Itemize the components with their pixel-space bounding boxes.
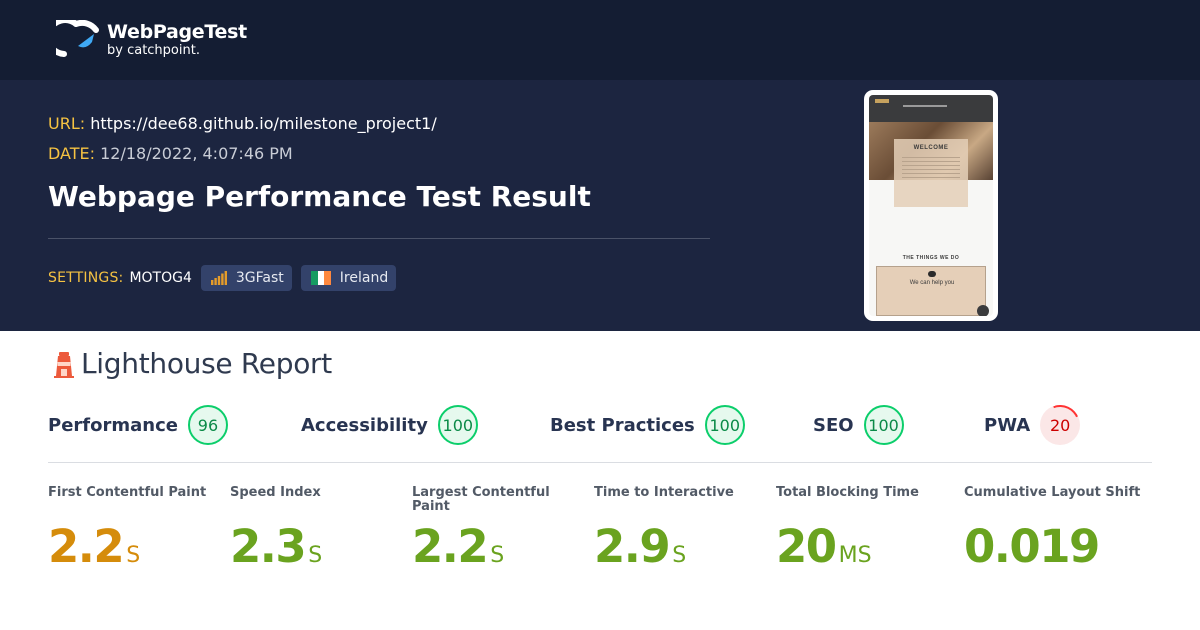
site-navbar: [869, 95, 993, 122]
category-name: Accessibility: [301, 414, 428, 436]
category-best-practices[interactable]: Best Practices 100: [550, 405, 745, 445]
page-title: Webpage Performance Test Result: [48, 180, 591, 213]
metric-name: Total Blocking Time: [776, 485, 919, 500]
phone-screen: WELCOME THE THINGS WE DO We can help you: [869, 95, 993, 316]
site-welcome-box: WELCOME: [894, 139, 968, 207]
settings-label: SETTINGS:: [48, 270, 124, 286]
url-label: URL:: [48, 114, 86, 133]
connection-value: 3GFast: [235, 270, 284, 286]
metric-fcp: First Contentful Paint 2.2 S: [48, 485, 223, 572]
category-name: Best Practices: [550, 414, 695, 436]
divider: [48, 238, 710, 239]
metric-name: Cumulative Layout Shift: [964, 485, 1141, 500]
site-welcome-text: WELCOME: [913, 145, 949, 151]
category-name: Performance: [48, 414, 178, 436]
category-name: PWA: [984, 414, 1031, 436]
scroll-top-icon: [977, 305, 989, 316]
page-screenshot-thumbnail[interactable]: WELCOME THE THINGS WE DO We can help you: [864, 90, 998, 321]
location-value: Ireland: [339, 270, 389, 286]
metric-value: 2.3 S: [230, 520, 323, 573]
date-value: 12/18/2022, 4:07:46 PM: [100, 144, 293, 163]
site-welcome-lines: [902, 157, 960, 181]
metric-tbt: Total Blocking Time 20 MS: [776, 485, 951, 572]
metric-value: 2.2 S: [412, 520, 505, 573]
category-accessibility[interactable]: Accessibility 100: [301, 405, 478, 445]
metric-lcp: Largest Contentful Paint 2.2 S: [412, 485, 587, 572]
url-value[interactable]: https://dee68.github.io/milestone_projec…: [90, 114, 436, 133]
metric-name: Largest Contentful Paint: [412, 485, 550, 514]
category-name: SEO: [813, 414, 854, 436]
score-gauge: 20: [1040, 405, 1081, 445]
brand-tagline: by catchpoint.: [107, 42, 200, 58]
site-logo: [875, 99, 889, 103]
score-gauge: 100: [863, 405, 904, 445]
metric-speed-index: Speed Index 2.3 S: [230, 485, 405, 572]
chat-bubble-icon: [928, 271, 936, 277]
date-label: DATE:: [48, 144, 96, 163]
metric-value: 20 MS: [776, 520, 872, 573]
brand-logo[interactable]: WebPageTest by catchpoint.: [56, 20, 247, 58]
metric-value: 0.019: [964, 520, 1100, 573]
site-section-title: THE THINGS WE DO: [902, 255, 960, 261]
brand-name: WebPageTest: [107, 20, 247, 43]
metric-value: 2.2 S: [48, 520, 141, 573]
lighthouse-icon: [54, 351, 74, 378]
metric-tti: Time to Interactive 2.9 S: [594, 485, 769, 572]
metric-name: Speed Index: [230, 485, 321, 500]
connection-badge: 3GFast: [200, 265, 292, 291]
location-badge: Ireland: [300, 265, 397, 291]
metric-value: 2.9 S: [594, 520, 687, 573]
signal-bars-icon: [210, 271, 227, 285]
ireland-flag-icon: [310, 271, 331, 285]
site-nav-links: [903, 105, 947, 107]
device-value: MOTOG4: [129, 270, 192, 286]
category-pwa[interactable]: PWA 20: [984, 405, 1081, 445]
metric-name: First Contentful Paint: [48, 485, 207, 500]
category-performance[interactable]: Performance 96: [48, 405, 228, 445]
score-gauge: 100: [437, 405, 478, 445]
site-card: We can help you: [876, 266, 989, 316]
webpagetest-logo-icon: [56, 20, 99, 57]
test-summary-panel: URL: https://dee68.github.io/milestone_p…: [0, 80, 1200, 331]
lighthouse-heading: Lighthouse Report: [53, 347, 332, 380]
test-date: DATE: 12/18/2022, 4:07:46 PM: [48, 144, 293, 163]
test-url: URL: https://dee68.github.io/milestone_p…: [48, 114, 437, 133]
site-card-text: We can help you: [909, 280, 955, 286]
metric-cls: Cumulative Layout Shift 0.019: [964, 485, 1154, 572]
top-navbar: WebPageTest by catchpoint.: [0, 0, 1200, 80]
metric-name: Time to Interactive: [594, 485, 734, 500]
test-settings: SETTINGS: MOTOG4 3GFast Ireland: [48, 265, 405, 291]
divider: [48, 462, 1152, 463]
score-gauge: 100: [704, 405, 745, 445]
lighthouse-title: Lighthouse Report: [81, 347, 332, 380]
score-gauge: 96: [187, 405, 228, 445]
category-seo[interactable]: SEO 100: [813, 405, 904, 445]
